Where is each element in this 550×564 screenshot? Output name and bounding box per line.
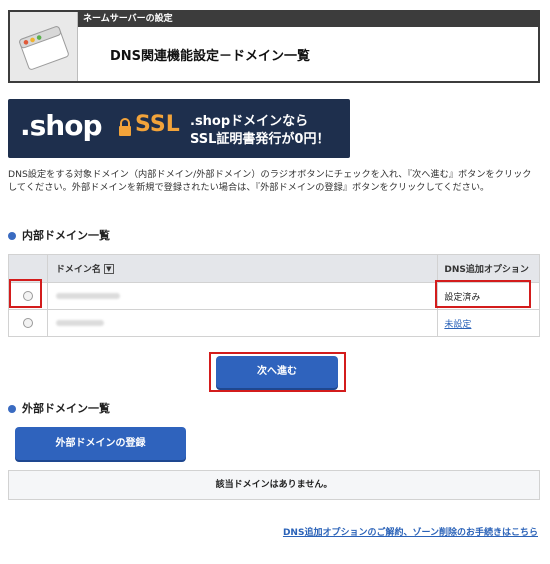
radio-cell xyxy=(9,310,47,336)
header-section-label: ネームサーバーの設定 xyxy=(78,12,538,27)
banner-brand: .shop xyxy=(20,109,103,142)
next-button[interactable]: 次へ進む xyxy=(216,356,338,388)
bullet-icon xyxy=(8,232,16,240)
highlight-status xyxy=(435,280,531,308)
banner-line1: .shopドメインなら xyxy=(190,114,309,129)
browser-window-icon xyxy=(19,26,69,70)
header-icon-panel xyxy=(10,12,78,81)
internal-domain-heading-label: 内部ドメイン一覧 xyxy=(22,229,110,242)
dns-option-setup-link[interactable]: 未設定 xyxy=(444,317,471,330)
shop-ssl-banner[interactable]: .shop SSL .shopドメインなら SSL証明書発行が0円！ xyxy=(8,99,350,158)
internal-domain-heading: 内部ドメイン一覧 xyxy=(8,227,110,243)
page-header: ネームサーバーの設定 DNS関連機能設定－ドメイン一覧 xyxy=(8,10,540,83)
highlight-radio xyxy=(9,279,42,308)
domain-column-header[interactable]: ドメイン名 ▼ xyxy=(46,255,438,282)
option-column-header: DNS追加オプション xyxy=(437,255,539,282)
banner-line2: SSL証明書発行が0円！ xyxy=(190,132,330,147)
bullet-icon xyxy=(8,405,16,413)
domain-column-label: ドメイン名 xyxy=(55,265,101,275)
lock-icon xyxy=(119,118,131,136)
domain-name-cell xyxy=(46,310,438,336)
sort-icon[interactable]: ▼ xyxy=(103,263,114,274)
register-external-domain-button[interactable]: 外部ドメインの登録 xyxy=(15,427,186,460)
table-header-row: ドメイン名 ▼ DNS追加オプション xyxy=(9,255,539,282)
table-row: 未設定 xyxy=(9,309,539,336)
empty-external-list: 該当ドメインはありません。 xyxy=(8,470,540,500)
domain-name-redacted xyxy=(55,293,120,299)
dns-option-cell: 未設定 xyxy=(437,310,539,336)
external-domain-heading-label: 外部ドメイン一覧 xyxy=(22,402,110,415)
instructions-text: DNS設定をする対象ドメイン（内部ドメイン/外部ドメイン）のラジオボタンにチェッ… xyxy=(8,169,532,193)
header-radio-cell xyxy=(9,255,47,282)
domain-radio[interactable] xyxy=(22,318,33,328)
domain-name-redacted xyxy=(55,320,104,326)
banner-ssl: SSL xyxy=(135,112,180,137)
external-domain-heading: 外部ドメイン一覧 xyxy=(8,400,110,416)
page-title: DNS関連機能設定－ドメイン一覧 xyxy=(110,49,311,64)
cancel-option-link[interactable]: DNS追加オプションのご解約、ゾーン削除のお手続きはこちら xyxy=(283,525,538,538)
domain-name-cell xyxy=(46,283,438,309)
